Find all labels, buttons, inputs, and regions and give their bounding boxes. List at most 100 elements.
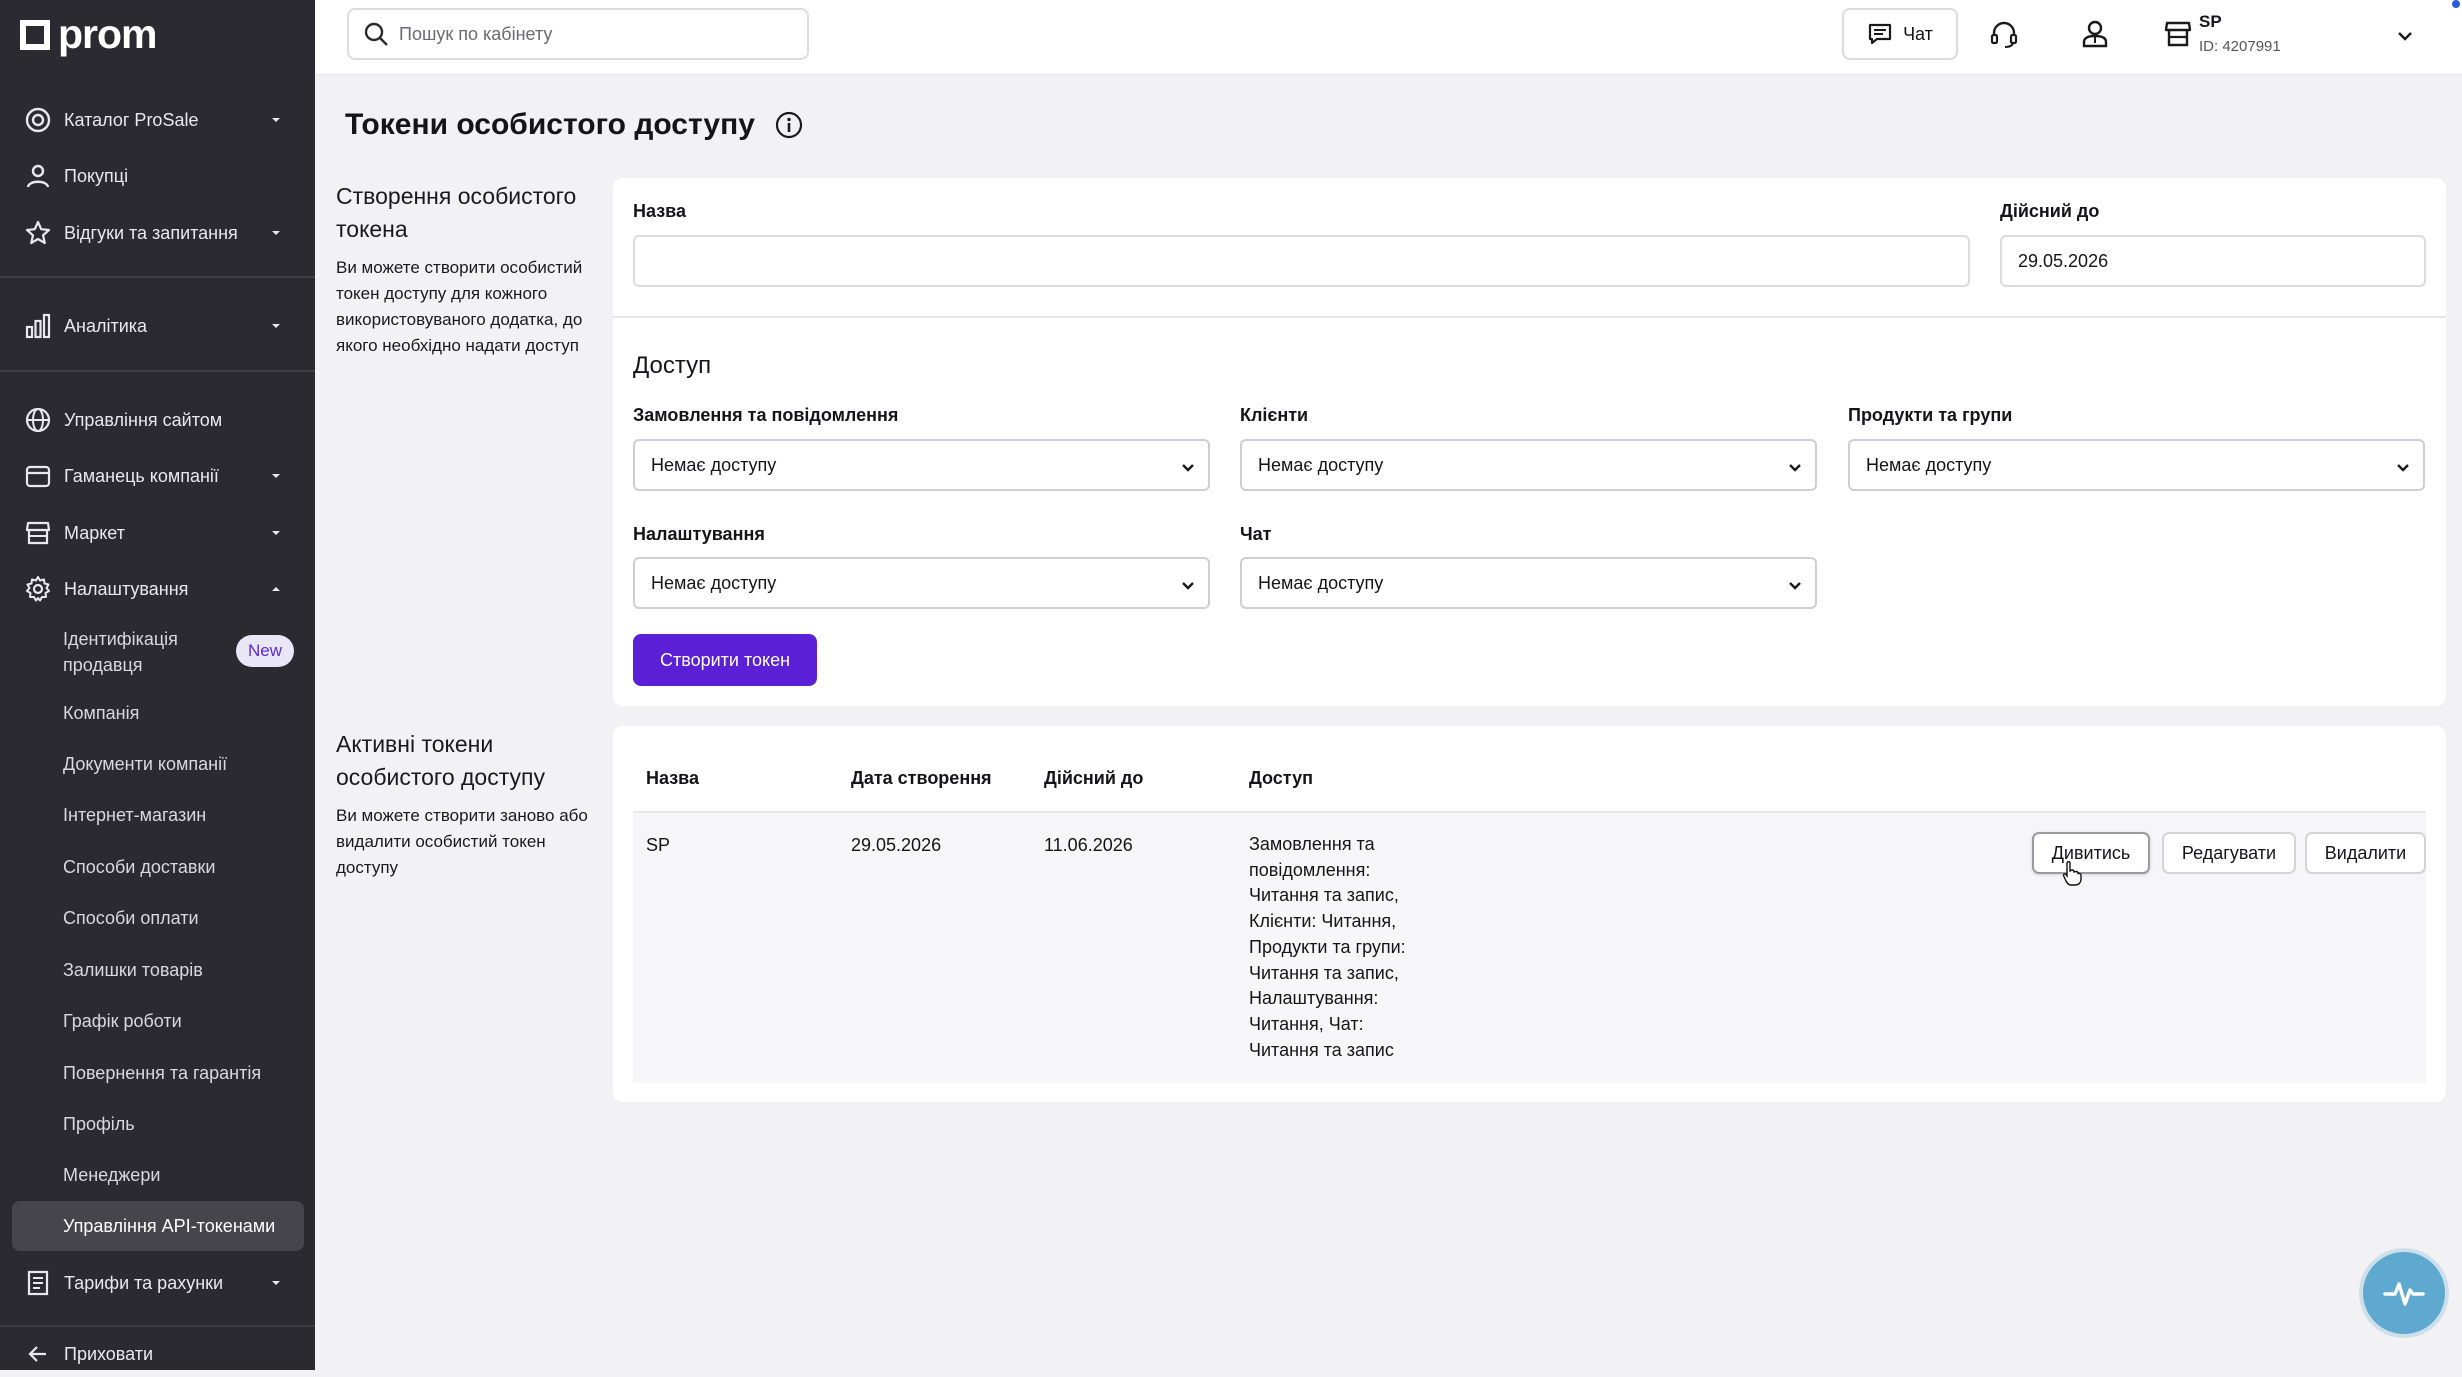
prom-logo[interactable]: prom (20, 14, 157, 55)
chat-button[interactable]: Чат (1842, 8, 1958, 60)
caret-down-icon (272, 1281, 280, 1285)
sidebar-item-label: Тарифи та рахунки (64, 1272, 224, 1293)
column-header-access: Доступ (1249, 768, 1313, 788)
sidebar-item-analytics[interactable]: Аналітика (0, 301, 315, 351)
manager-icon[interactable] (2079, 18, 2111, 50)
logo-square-icon (20, 19, 50, 50)
sidebar-divider (0, 370, 315, 372)
sidebar-sub-company[interactable]: Компанія (63, 700, 139, 726)
sidebar-item-label: Каталог ProSale (64, 109, 199, 130)
sidebar-sub-company-documents[interactable]: Документи компанії (63, 751, 227, 777)
valid-until-field[interactable]: 29.05.2026 (2000, 235, 2426, 287)
sidebar-sub-stock[interactable]: Залишки товарів (63, 957, 203, 983)
bar-chart-icon (22, 310, 54, 342)
new-badge: New (236, 635, 294, 667)
search-icon (363, 21, 389, 47)
sidebar-sub-payment-methods[interactable]: Способи оплати (63, 905, 199, 931)
sidebar-sub-online-store[interactable]: Інтернет-магазин (63, 802, 206, 828)
access-line: Читання, Чат: (1249, 1013, 1364, 1034)
headset-icon[interactable] (1988, 18, 2020, 50)
clients-access-select[interactable]: Немає доступу (1240, 439, 1817, 491)
create-section-description: Ви можете створити особистий токен досту… (336, 258, 583, 355)
valid-until-label: Дійсний до (2000, 201, 2100, 221)
gear-icon (22, 573, 54, 605)
sidebar-divider (0, 276, 315, 278)
search-input[interactable] (399, 23, 799, 45)
sidebar-item-label: Покупці (64, 165, 129, 186)
person-icon (22, 160, 54, 192)
shop-icon[interactable] (2162, 18, 2194, 50)
clients-access-label: Клієнти (1240, 405, 1309, 425)
user-account[interactable]: SP ID: 4207991 (2199, 12, 2281, 55)
caret-down-icon (272, 118, 280, 122)
sidebar-item-market[interactable]: Маркет (0, 508, 315, 558)
chevron-down-icon (2397, 464, 2409, 472)
access-line: Замовлення та (1249, 834, 1375, 854)
chat-access-select[interactable]: Немає доступу (1240, 557, 1817, 609)
name-label: Назва (633, 201, 687, 221)
access-line: повідомлення: (1249, 859, 1371, 880)
sidebar-sub-profile[interactable]: Профіль (63, 1111, 135, 1137)
sidebar-sub-returns[interactable]: Повернення та гарантія (63, 1060, 261, 1086)
view-token-button[interactable]: Дивитись (2032, 832, 2150, 874)
chevron-down-icon (1182, 464, 1194, 472)
sidebar-item-catalog-prosale[interactable]: Каталог ProSale (0, 95, 315, 145)
column-header-name: Назва (646, 768, 700, 788)
sidebar-sub-delivery-methods[interactable]: Способи доставки (63, 854, 215, 880)
chevron-down-icon (1182, 582, 1194, 590)
column-header-created: Дата створення (851, 768, 992, 788)
orders-access-select[interactable]: Немає доступу (633, 439, 1210, 491)
sidebar-item-billing[interactable]: Тарифи та рахунки (0, 1258, 315, 1308)
form-divider (613, 316, 2446, 318)
access-line: Налаштування: (1249, 988, 1379, 1009)
sidebar-item-label: Налаштування (64, 578, 189, 599)
store-icon (22, 517, 54, 549)
wallet-icon (22, 460, 54, 492)
select-value: Немає доступу (651, 454, 777, 475)
sidebar-hide-button[interactable]: Приховати (0, 1331, 315, 1377)
pulse-icon (2381, 1270, 2427, 1316)
chat-button-label: Чат (1903, 23, 1933, 44)
sidebar: prom Каталог ProSale Покупці Відгуки та … (0, 0, 315, 1370)
active-section-heading: Активні токени особистого доступу (336, 731, 545, 790)
orders-access-label: Замовлення та повідомлення (633, 405, 899, 425)
search-box[interactable] (347, 8, 809, 60)
create-token-button[interactable]: Створити токен (633, 634, 817, 686)
page-title: Токени особистого доступу (345, 108, 803, 142)
select-value: Немає доступу (1866, 454, 1992, 475)
settings-access-select[interactable]: Немає доступу (633, 557, 1210, 609)
edit-token-button[interactable]: Редагувати (2162, 832, 2296, 874)
access-line: Клієнти: Читання, (1249, 911, 1397, 932)
user-name: SP (2199, 12, 2222, 31)
sidebar-item-reviews[interactable]: Відгуки та запитання (0, 208, 315, 258)
page-title-text: Токени особистого доступу (345, 108, 755, 141)
receipt-icon (22, 1267, 54, 1299)
activity-pulse-button[interactable] (2363, 1252, 2445, 1334)
select-value: Немає доступу (1258, 572, 1384, 593)
sidebar-sub-seller-identification[interactable]: Ідентифікація продавця (63, 626, 223, 678)
token-access-cell: Замовлення та повідомлення: Читання та з… (1249, 832, 1469, 1063)
sidebar-item-label: Відгуки та запитання (64, 222, 238, 243)
sidebar-sub-api-tokens[interactable]: Управління API-токенами (63, 1213, 275, 1239)
name-field[interactable] (633, 235, 1970, 287)
info-icon[interactable] (775, 111, 803, 139)
sidebar-item-settings[interactable]: Налаштування (0, 564, 315, 614)
token-created-cell: 29.05.2026 (851, 835, 942, 855)
access-section-title: Доступ (633, 352, 712, 379)
chat-icon (1867, 21, 1893, 47)
hand-cursor-icon (2062, 860, 2082, 886)
settings-access-label: Налаштування (633, 524, 765, 544)
select-value: Немає доступу (651, 572, 777, 593)
chevron-down-icon[interactable] (2395, 26, 2415, 46)
delete-token-button[interactable]: Видалити (2305, 832, 2426, 874)
chevron-down-icon (1789, 582, 1801, 590)
sidebar-sub-managers[interactable]: Менеджери (63, 1162, 160, 1188)
sidebar-item-wallet[interactable]: Гаманець компанії (0, 451, 315, 501)
token-valid-until-cell: 11.06.2026 (1044, 835, 1133, 855)
sidebar-item-customers[interactable]: Покупці (0, 151, 315, 201)
sidebar-item-site-management[interactable]: Управління сайтом (0, 395, 315, 445)
access-line: Читання та запис, (1249, 885, 1399, 906)
products-access-select[interactable]: Немає доступу (1848, 439, 2425, 491)
sidebar-sub-schedule[interactable]: Графік роботи (63, 1008, 182, 1034)
target-icon (22, 104, 54, 136)
